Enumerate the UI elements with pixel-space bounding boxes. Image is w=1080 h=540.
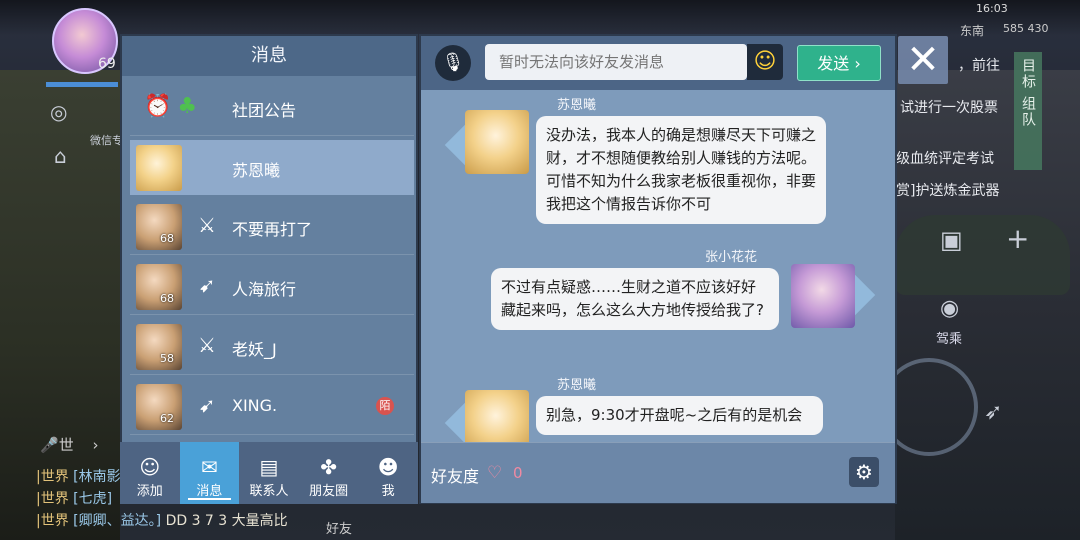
avatar xyxy=(465,390,529,442)
tab-team[interactable]: 组队 xyxy=(1018,96,1038,128)
clock: 16:03 xyxy=(976,2,1008,15)
voice-input-button[interactable]: 🎙 xyxy=(435,45,471,81)
quest-text[interactable]: 试进行一次股票 xyxy=(900,97,998,117)
avatar xyxy=(136,384,182,430)
avatar xyxy=(465,110,529,174)
moments-icon: ✤ xyxy=(320,455,337,479)
add-friend-icon: ☺ xyxy=(139,455,161,479)
avatar xyxy=(136,324,182,370)
target-icon[interactable]: ◎ xyxy=(50,100,67,124)
message-bubble: 别急，9:30才开盘呢~之后有的是机会 xyxy=(536,396,823,435)
direction: 东南 xyxy=(960,24,985,38)
steering-wheel-icon[interactable]: ◉ xyxy=(940,296,959,321)
stranger-badge: 陌 xyxy=(376,397,394,415)
home-icon[interactable]: ⌂ xyxy=(54,144,67,168)
conversation-announcement[interactable]: ⏰ ♣ 社团公告 xyxy=(130,80,414,136)
conversation-item[interactable]: 苏恩曦 xyxy=(130,140,414,195)
voice-channel[interactable]: 🎤世 › xyxy=(40,434,98,455)
bag-icon[interactable]: ▣ xyxy=(940,226,963,254)
conversation-name: 老妖_J xyxy=(232,340,277,359)
chevron-right-icon: › xyxy=(854,54,861,73)
chat-messages[interactable]: 苏恩曦 没办法，我本人的确是想赚尽天下可赚之财，才不想随便教给别人赚钱的方法呢。… xyxy=(421,90,895,442)
gear-icon: ⚙ xyxy=(855,460,873,484)
quest-text[interactable]: 级血统评定考试 xyxy=(896,148,994,168)
bow-icon: ➹ xyxy=(198,273,216,297)
conversation-name: XING. xyxy=(232,396,278,415)
top-bar xyxy=(0,0,1080,36)
tab-add[interactable]: ☺ 添加 xyxy=(120,442,180,504)
plus-icon[interactable]: + xyxy=(1006,222,1029,255)
avatar xyxy=(791,264,855,328)
coordinates: 585 430 xyxy=(1003,22,1049,35)
contacts-icon: ▤ xyxy=(259,455,279,479)
conversation-item[interactable]: 68 ⚔ 不要再打了 xyxy=(130,199,414,255)
level-badge: 58 xyxy=(160,352,174,365)
chevron-right-icon: › xyxy=(92,436,99,454)
tab-contacts[interactable]: ▤ 联系人 xyxy=(239,442,299,504)
conversation-list: ⏰ ♣ 社团公告 苏恩曦 68 ⚔ 不要再打了 68 ➹ 人海旅行 58 ⚔ 老妖… xyxy=(130,80,414,439)
tab-goal[interactable]: 目标 xyxy=(1018,58,1038,90)
sprint-icon[interactable]: ➶ xyxy=(984,400,1002,425)
alarm-bell-icon: ⏰ xyxy=(144,94,172,119)
settings-button[interactable]: ⚙ xyxy=(849,457,879,487)
quest-text[interactable]: 赏]护送炼金武器 xyxy=(896,180,999,200)
message-sender: 苏恩曦 xyxy=(557,98,597,113)
message-sender: 张小花花 xyxy=(705,250,758,265)
friendship-label: 好友度 xyxy=(431,467,480,486)
chat-panel: 🎙 ☺ 发送 › 苏恩曦 没办法，我本人的确是想赚尽天下可赚之财，才不想随便教给… xyxy=(419,34,897,504)
chat-footer: 好友度 ♡ 0 ⚙ xyxy=(421,442,895,503)
conversation-item[interactable]: 68 ➹ 人海旅行 xyxy=(130,259,414,315)
panel-title: 消息 xyxy=(122,36,416,76)
chat-input[interactable] xyxy=(485,44,747,80)
crossed-swords-icon: ⚔ xyxy=(198,333,216,357)
avatar xyxy=(136,204,182,250)
conversation-item[interactable]: 58 ⚔ 老妖_J xyxy=(130,319,414,375)
chat-line: |世界 [卿卿、益达。] DD 3 7 3 大量高比 xyxy=(36,513,288,529)
bow-icon: ➹ xyxy=(198,393,216,417)
crossed-swords-icon: ⚔ xyxy=(198,213,216,237)
conversation-name: 不要再打了 xyxy=(232,220,313,239)
level-badge: 62 xyxy=(160,412,174,425)
microphone-icon: 🎙 xyxy=(441,52,465,73)
me-icon: ☻ xyxy=(377,455,399,479)
chat-input-bar: 🎙 ☺ 发送 › xyxy=(421,36,895,90)
building-right xyxy=(895,70,1080,540)
conversation-name: 苏恩曦 xyxy=(232,161,281,180)
heart-icon: ♡ xyxy=(487,463,503,483)
close-icon: ✕ xyxy=(906,37,940,83)
tab-me[interactable]: ☻ 我 xyxy=(358,442,418,504)
friend-shortcut[interactable]: 好友 xyxy=(326,518,352,537)
message-icon: ✉ xyxy=(201,455,218,479)
friendship-value: 0 xyxy=(513,464,523,482)
player-level: 69 xyxy=(98,56,116,72)
conversation-name: 社团公告 xyxy=(232,101,297,120)
drive-label: 驾乘 xyxy=(936,332,963,347)
bottom-tab-bar: ☺ 添加 ✉ 消息 ▤ 联系人 ✤ 朋友圈 ☻ 我 xyxy=(120,442,418,504)
avatar xyxy=(136,145,182,191)
clover-icon: ♣ xyxy=(177,94,198,119)
microphone-icon: 🎤 xyxy=(40,436,59,454)
avatar xyxy=(136,264,182,310)
message-list-panel: 消息 ⏰ ♣ 社团公告 苏恩曦 68 ⚔ 不要再打了 68 ➹ 人海旅行 58 ⚔ xyxy=(120,34,418,504)
level-badge: 68 xyxy=(160,292,174,305)
quest-text[interactable]: ，前往 xyxy=(958,55,1000,75)
vehicle xyxy=(895,215,1070,295)
weixin-label: 微信专 xyxy=(90,134,123,147)
conversation-item[interactable]: 62 ➹ XING. 陌 xyxy=(130,379,414,435)
message-bubble: 不过有点疑惑……生财之道不应该好好藏起来吗，怎么这么大方地传授给我了? xyxy=(491,268,779,330)
goal-team-tabs[interactable]: 目标 组队 xyxy=(1014,52,1042,170)
smiley-icon: ☺ xyxy=(753,49,777,74)
emoji-button[interactable]: ☺ xyxy=(747,44,783,80)
level-badge: 68 xyxy=(160,232,174,245)
message-bubble: 没办法，我本人的确是想赚尽天下可赚之财，才不想随便教给别人赚钱的方法呢。可惜不知… xyxy=(536,116,826,224)
tab-moments[interactable]: ✤ 朋友圈 xyxy=(299,442,359,504)
tab-messages[interactable]: ✉ 消息 xyxy=(179,442,240,504)
player-exp-bar xyxy=(46,82,118,87)
conversation-name: 人海旅行 xyxy=(232,280,297,299)
close-button[interactable]: ✕ xyxy=(898,36,948,84)
send-button[interactable]: 发送 › xyxy=(797,45,881,81)
message-sender: 苏恩曦 xyxy=(557,378,597,393)
